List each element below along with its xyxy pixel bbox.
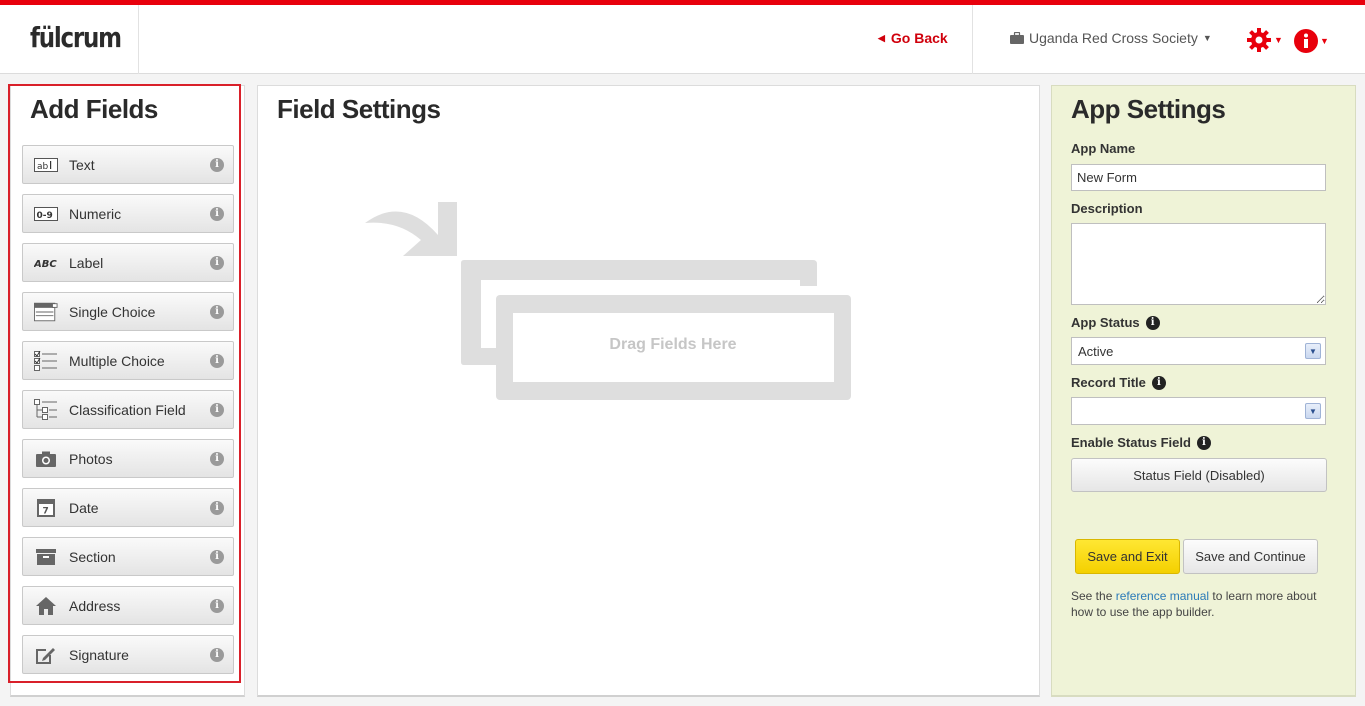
gear-icon [1247, 28, 1271, 52]
organization-dropdown[interactable]: Uganda Red Cross Society ▼ [1010, 30, 1212, 46]
chevron-down-icon: ▼ [1320, 36, 1329, 46]
info-icon[interactable]: i [210, 500, 224, 515]
help-prefix: See the [1071, 589, 1116, 603]
field-label: Single Choice [69, 303, 156, 320]
add-field-text[interactable]: ab Text i [22, 145, 234, 184]
field-label: Date [69, 499, 99, 516]
info-icon[interactable]: i [210, 206, 224, 221]
save-and-continue-button[interactable]: Save and Continue [1183, 539, 1318, 574]
app-status-label: App Status i [1071, 315, 1160, 330]
add-field-photos[interactable]: Photos i [22, 439, 234, 478]
reference-manual-link[interactable]: reference manual [1116, 589, 1209, 603]
info-icon[interactable]: i [1151, 375, 1166, 390]
numeric-field-icon: 0-9 [34, 205, 58, 223]
description-label-text: Description [1071, 201, 1143, 216]
go-back-label: Go Back [890, 30, 948, 46]
add-field-label[interactable]: ABC Label i [22, 243, 234, 282]
app-status-value: Active [1078, 343, 1114, 359]
info-icon [1294, 29, 1318, 53]
info-icon[interactable]: i [210, 598, 224, 613]
record-title-select[interactable]: ▼ [1071, 397, 1326, 425]
text-field-icon: ab [34, 156, 58, 174]
field-label: Signature [69, 646, 129, 663]
add-field-signature[interactable]: Signature i [22, 635, 234, 674]
add-field-numeric[interactable]: 0-9 Numeric i [22, 194, 234, 233]
svg-text:ABC: ABC [34, 259, 57, 270]
info-icon[interactable]: i [1145, 315, 1160, 330]
app-status-label-text: App Status [1071, 315, 1140, 330]
divider [138, 5, 139, 74]
field-label: Photos [69, 450, 113, 467]
app-name-label: App Name [1071, 141, 1135, 156]
go-back-link[interactable]: ◀ Go Back [878, 30, 948, 46]
svg-text:0-9: 0-9 [37, 211, 53, 221]
chevron-down-icon: ▼ [1305, 403, 1321, 419]
description-label: Description [1071, 201, 1143, 216]
chevron-down-icon: ▼ [1202, 33, 1212, 43]
single-choice-icon [34, 302, 58, 321]
app-name-label-text: App Name [1071, 141, 1136, 156]
help-menu-button[interactable]: ▼ [1294, 29, 1329, 53]
info-icon[interactable]: i [210, 549, 224, 564]
svg-text:ab: ab [37, 162, 49, 172]
info-icon[interactable]: i [210, 353, 224, 368]
enable-status-field-label: Enable Status Field i [1071, 435, 1211, 450]
info-icon[interactable]: i [210, 255, 224, 270]
svg-text:7: 7 [43, 506, 49, 516]
info-icon[interactable]: i [210, 304, 224, 319]
field-label: Multiple Choice [69, 352, 165, 369]
info-icon[interactable]: i [210, 402, 224, 417]
record-title-label-text: Record Title [1071, 375, 1146, 390]
app-settings-title: App Settings [1071, 94, 1226, 124]
add-field-multiple-choice[interactable]: Multiple Choice i [22, 341, 234, 380]
add-field-classification[interactable]: Classification Field i [22, 390, 234, 429]
settings-menu-button[interactable]: ▼ [1246, 27, 1283, 53]
enable-status-label-text: Enable Status Field [1071, 435, 1191, 450]
add-field-address[interactable]: Address i [22, 586, 234, 625]
app-name-input[interactable] [1071, 164, 1326, 191]
add-fields-title: Add Fields [30, 94, 158, 124]
drag-fields-here-label: Drag Fields Here [609, 336, 737, 353]
field-label: Section [69, 548, 116, 565]
info-icon[interactable]: i [210, 157, 224, 172]
multiple-choice-icon [34, 350, 58, 371]
info-icon[interactable]: i [210, 647, 224, 662]
app-status-select[interactable]: Active ▼ [1071, 337, 1326, 365]
field-label: Text [69, 156, 95, 173]
field-label: Address [69, 597, 121, 614]
top-navigation-bar: fülcrum ◀ Go Back Uganda Red Cross Socie… [0, 0, 1365, 74]
info-icon[interactable]: i [210, 451, 224, 466]
add-field-date[interactable]: 7 Date i [22, 488, 234, 527]
section-box-icon [34, 548, 58, 566]
briefcase-icon [1010, 32, 1024, 44]
status-field-toggle-button[interactable]: Status Field (Disabled) [1071, 458, 1327, 492]
house-icon [34, 596, 58, 615]
signature-pen-icon [34, 646, 58, 664]
classification-icon [34, 398, 58, 420]
info-icon[interactable]: i [1196, 435, 1211, 450]
camera-icon [34, 450, 58, 468]
field-settings-title: Field Settings [277, 94, 441, 124]
drag-fields-illustration [365, 202, 851, 400]
help-text: See the reference manual to learn more a… [1071, 588, 1336, 620]
field-label: Label [69, 254, 104, 271]
save-and-exit-button[interactable]: Save and Exit [1075, 539, 1180, 574]
fulcrum-logo[interactable]: fülcrum [30, 21, 122, 54]
add-field-section[interactable]: Section i [22, 537, 234, 576]
organization-name: Uganda Red Cross Society [1029, 30, 1198, 46]
divider [972, 5, 973, 74]
description-textarea[interactable] [1071, 223, 1326, 305]
back-arrow-icon: ◀ [878, 32, 885, 43]
chevron-down-icon: ▼ [1274, 35, 1283, 45]
record-title-label: Record Title i [1071, 375, 1166, 390]
label-field-icon: ABC [34, 254, 58, 272]
chevron-down-icon: ▼ [1305, 343, 1321, 359]
calendar-icon: 7 [34, 498, 58, 517]
field-label: Classification Field [69, 401, 186, 418]
add-field-single-choice[interactable]: Single Choice i [22, 292, 234, 331]
field-label: Numeric [69, 205, 122, 222]
